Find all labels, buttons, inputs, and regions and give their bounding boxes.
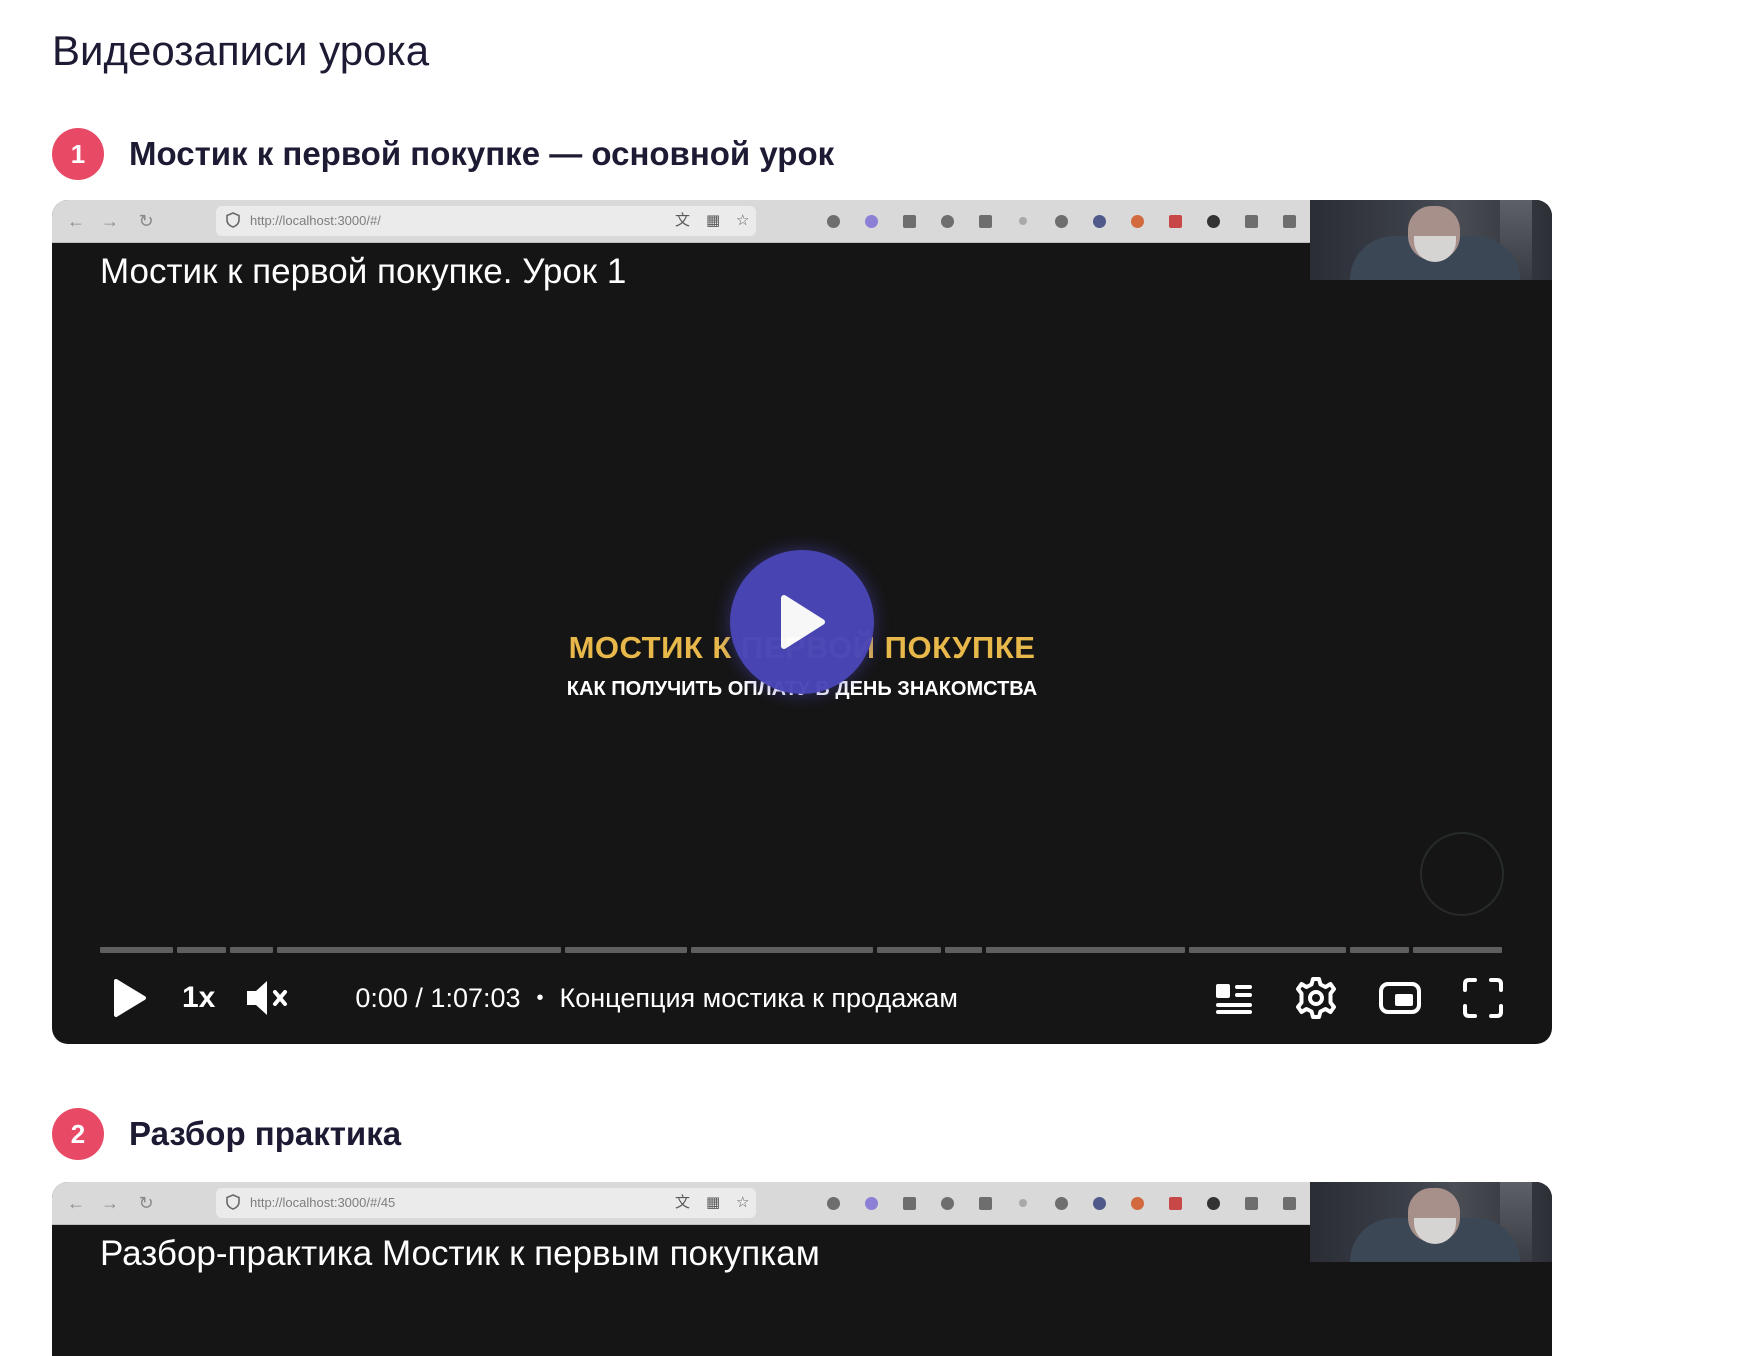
fullscreen-button[interactable] (1462, 977, 1504, 1019)
reload-icon: ↻ (138, 1193, 154, 1213)
video-player-1[interactable]: ← → ↻ http://localhost:3000/#/ 文 ▦ ☆ Мос… (52, 200, 1552, 1044)
browser-toolbar: ← → ↻ http://localhost:3000/#/45 文 ▦ ☆ (52, 1182, 1310, 1225)
lesson-title: Мостик к первой покупке — основной урок (129, 135, 835, 172)
translate-icon: 文 (675, 1194, 691, 1211)
progress-bar[interactable] (100, 947, 1504, 953)
miniplayer-icon (1379, 982, 1421, 1014)
extension-icon (822, 210, 844, 232)
lesson-number-badge: 1 (52, 128, 104, 180)
extension-icon (1164, 1192, 1186, 1214)
shield-icon (226, 212, 240, 228)
miniplayer-button[interactable] (1378, 981, 1422, 1015)
apps-icon: ▦ (706, 212, 721, 229)
extension-icons (822, 1192, 1300, 1214)
mute-button[interactable] (245, 978, 291, 1018)
video-title: Мостик к первой покупке. Урок 1 (100, 252, 627, 291)
extension-icon (898, 1192, 920, 1214)
extension-icon (1240, 210, 1262, 232)
extension-icon (1164, 210, 1186, 232)
shield-icon (226, 1194, 240, 1210)
extension-icon (974, 210, 996, 232)
chapter-title[interactable]: Концепция мостика к продажам (560, 983, 958, 1014)
lesson-header-1: 1 Мостик к первой покупке — основной уро… (52, 128, 834, 180)
browser-toolbar: ← → ↻ http://localhost:3000/#/ 文 ▦ ☆ (52, 200, 1310, 243)
settings-button[interactable] (1294, 976, 1338, 1020)
reload-icon: ↻ (138, 211, 154, 231)
extension-icon (1088, 210, 1110, 232)
chapters-button[interactable] (1214, 981, 1254, 1015)
extension-icon (1240, 1192, 1262, 1214)
page: Видеозаписи урока 1 Мостик к первой поку… (0, 0, 1748, 1356)
lesson-number-badge: 2 (52, 1108, 104, 1160)
video-title: Разбор-практика Мостик к первым покупкам (100, 1234, 820, 1273)
webcam-overlay (1310, 200, 1552, 280)
play-button[interactable] (112, 978, 148, 1018)
extension-icon (1012, 210, 1034, 232)
back-arrow-icon: ← (67, 1193, 85, 1213)
url-text: http://localhost:3000/#/ (250, 213, 381, 228)
apps-icon: ▦ (706, 1194, 721, 1211)
extension-icon (860, 1192, 882, 1214)
video-player-2[interactable]: ← → ↻ http://localhost:3000/#/45 文 ▦ ☆ Р… (52, 1182, 1552, 1356)
extension-icon (822, 1192, 844, 1214)
extension-icon (1050, 210, 1072, 232)
watermark-logo (1420, 832, 1504, 916)
extension-icon (1126, 210, 1148, 232)
extension-icon (1126, 1192, 1148, 1214)
fullscreen-icon (1463, 978, 1503, 1018)
extension-icon (1278, 1192, 1300, 1214)
extension-icon (1202, 1192, 1224, 1214)
settings-icon (1296, 977, 1336, 1019)
extension-icon (898, 210, 920, 232)
extension-icons (822, 210, 1300, 232)
time-display: 0:00 / 1:07:03 (355, 982, 521, 1013)
extension-icon (1278, 210, 1300, 232)
forward-arrow-icon: → (101, 1193, 119, 1213)
mute-icon (247, 981, 288, 1015)
extension-icon (936, 1192, 958, 1214)
extension-icon (1050, 1192, 1072, 1214)
back-arrow-icon: ← (67, 211, 85, 231)
playback-speed-button[interactable]: 1x (182, 981, 215, 1015)
lesson-title: Разбор практика (129, 1115, 402, 1152)
bookmark-star-icon: ☆ (736, 1194, 750, 1211)
separator-dot: • (536, 986, 544, 1009)
play-icon (114, 979, 146, 1017)
extension-icon (1088, 1192, 1110, 1214)
play-overlay-button[interactable] (730, 550, 874, 694)
extension-icon (860, 210, 882, 232)
webcam-overlay (1310, 1182, 1552, 1262)
controls-right (1214, 976, 1504, 1020)
chapters-icon (1216, 984, 1252, 1014)
play-icon (781, 595, 825, 649)
bookmark-star-icon: ☆ (736, 212, 750, 229)
translate-icon: 文 (675, 212, 691, 229)
forward-arrow-icon: → (101, 211, 119, 231)
extension-icon (936, 210, 958, 232)
url-text: http://localhost:3000/#/45 (250, 1195, 396, 1210)
page-title: Видеозаписи урока (52, 27, 430, 74)
player-controls: 1x 0:00 / 1:07:03 • Концепция мостика к … (100, 970, 1504, 1026)
extension-icon (1202, 210, 1224, 232)
extension-icon (1012, 1192, 1034, 1214)
extension-icon (974, 1192, 996, 1214)
lesson-header-2: 2 Разбор практика (52, 1108, 401, 1160)
